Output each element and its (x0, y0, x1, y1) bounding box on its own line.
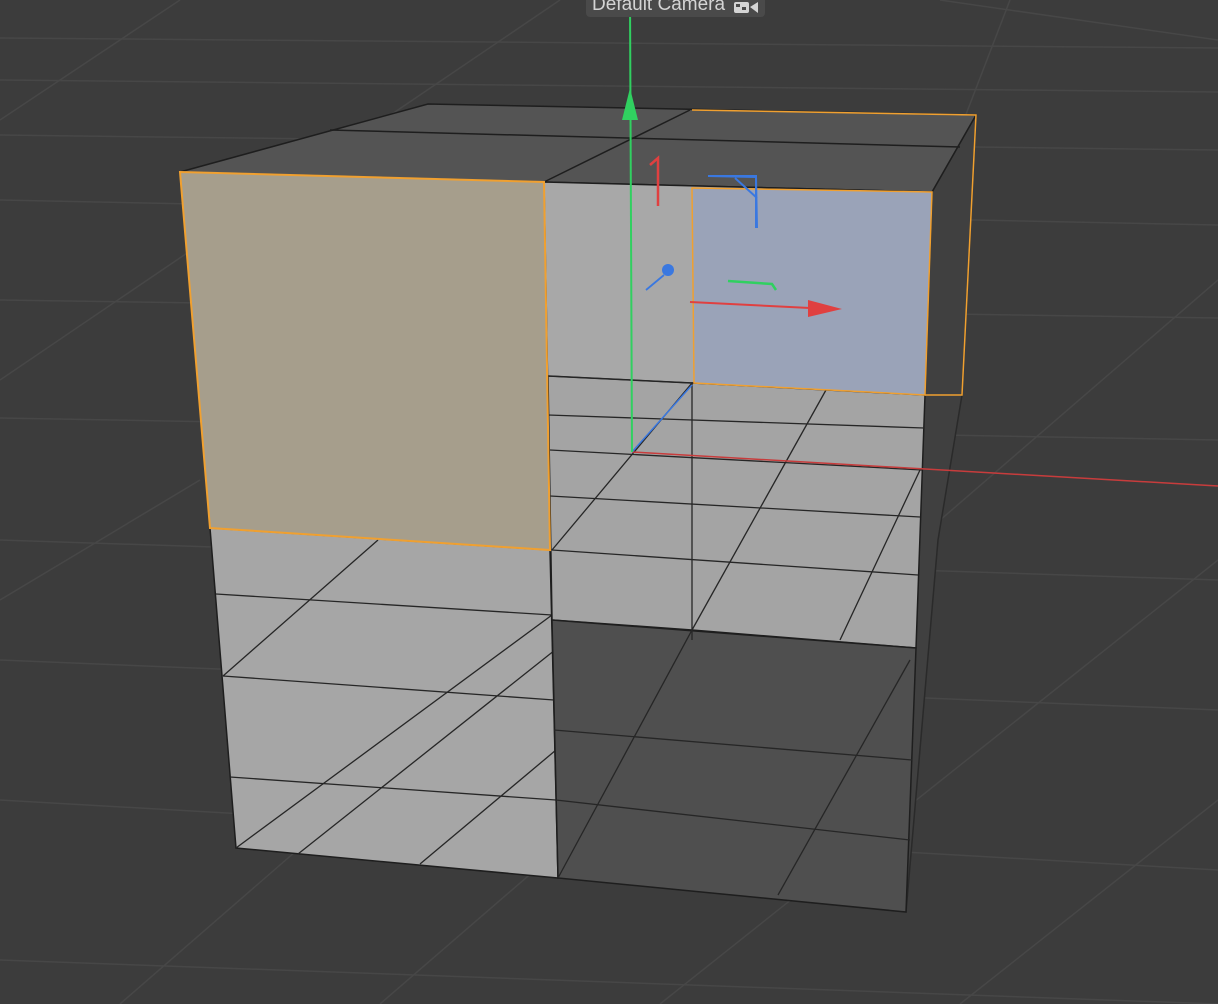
cube-front-left-face[interactable] (209, 527, 559, 879)
selected-polygon-front-left[interactable] (178, 170, 552, 552)
camera-label-text: Default Camera (592, 0, 726, 15)
3d-viewport[interactable]: Default Camera (0, 0, 1218, 1004)
camera-menu[interactable]: Default Camera (586, 0, 766, 17)
selected-polygon-right[interactable] (691, 187, 933, 396)
viewport-scene[interactable] (0, 0, 1218, 1004)
camera-icon (734, 1, 759, 13)
cube-lower-right-face[interactable] (551, 619, 917, 913)
gizmo-z-handle-icon[interactable] (662, 264, 674, 276)
gizmo-y-arrow-icon[interactable] (622, 88, 638, 120)
